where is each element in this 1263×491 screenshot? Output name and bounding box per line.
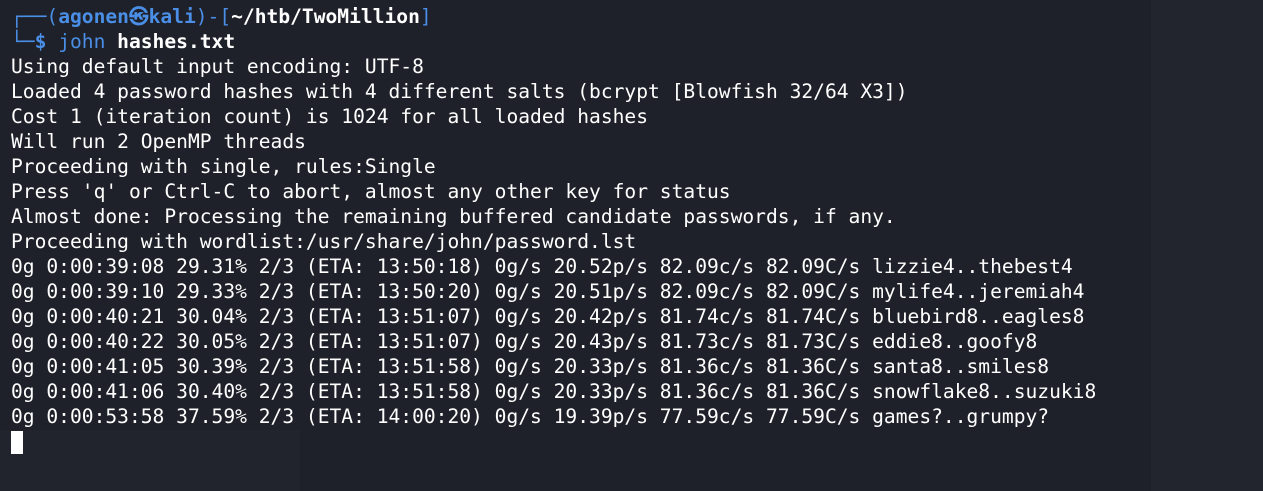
terminal-output: ┌──(agonen㉿kali)-[~/htb/TwoMillion] └─$ … — [11, 4, 1263, 454]
skull-icon: ㉿ — [128, 5, 149, 28]
status-line: 0g 0:00:41:06 30.40% 2/3 (ETA: 13:51:58)… — [11, 380, 1097, 403]
output-line: Proceeding with wordlist:/usr/share/john… — [11, 230, 637, 253]
output-line: Cost 1 (iteration count) is 1024 for all… — [11, 105, 649, 128]
command-argument: hashes.txt — [117, 30, 236, 53]
output-line: Loaded 4 password hashes with 4 differen… — [11, 80, 908, 103]
prompt-second-prefix: └─ — [11, 30, 35, 53]
prompt-line-1: ┌──(agonen㉿kali)-[~/htb/TwoMillion] — [11, 4, 1263, 29]
status-line: 0g 0:00:39:08 29.31% 2/3 (ETA: 13:50:18)… — [11, 255, 1073, 278]
output-line: Proceeding with single, rules:Single — [11, 155, 436, 178]
prompt-user: agonen — [58, 5, 129, 28]
cursor-line[interactable] — [11, 429, 1263, 454]
output-line: Press 'q' or Ctrl-C to abort, almost any… — [11, 180, 731, 203]
status-line: 0g 0:00:41:05 30.39% 2/3 (ETA: 13:51:58)… — [11, 355, 1050, 378]
prompt-dollar: $ — [34, 30, 47, 53]
status-line: 0g 0:00:39:10 29.33% 2/3 (ETA: 13:50:20)… — [11, 280, 1085, 303]
prompt-line-2: └─$ john hashes.txt — [11, 29, 1263, 54]
prompt-open: ┌──( — [11, 5, 59, 28]
prompt-mid: )-[ — [195, 5, 232, 28]
prompt-host: kali — [148, 5, 196, 28]
status-line: 0g 0:00:40:21 30.04% 2/3 (ETA: 13:51:07)… — [11, 305, 1085, 328]
status-line: 0g 0:00:40:22 30.05% 2/3 (ETA: 13:51:07)… — [11, 330, 1038, 353]
output-line: Will run 2 OpenMP threads — [11, 130, 306, 153]
prompt-close: ] — [419, 5, 432, 28]
output-line: Using default input encoding: UTF-8 — [11, 55, 424, 78]
status-line: 0g 0:00:53:58 37.59% 2/3 (ETA: 14:00:20)… — [11, 405, 1050, 428]
command-name: john — [58, 30, 106, 53]
terminal-window[interactable]: ┌──(agonen㉿kali)-[~/htb/TwoMillion] └─$ … — [0, 0, 1263, 491]
output-line: Almost done: Processing the remaining bu… — [11, 205, 896, 228]
prompt-path: ~/htb/TwoMillion — [231, 5, 420, 28]
terminal-cursor[interactable] — [11, 431, 23, 454]
